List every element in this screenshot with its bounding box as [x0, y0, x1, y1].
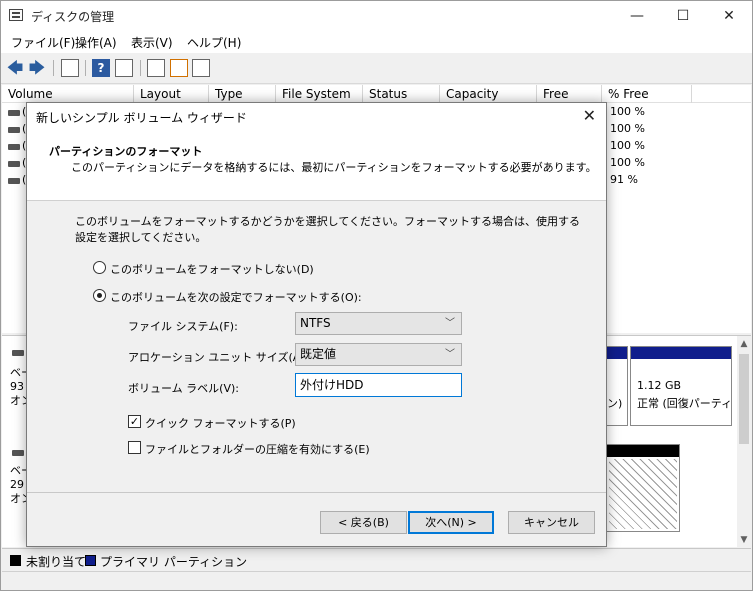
dialog-separator: [27, 492, 606, 493]
quick-format-label[interactable]: クイック フォーマットする(P): [145, 415, 296, 431]
status-bar: [2, 571, 751, 590]
dialog-title-bar: 新しいシンプル ボリューム ウィザード ✕: [27, 103, 606, 131]
volume-percent-free: 100 %: [610, 156, 645, 169]
scroll-thumb[interactable]: [739, 354, 749, 444]
partition-size: 1.12 GB: [637, 379, 682, 392]
volume-percent-free: 100 %: [610, 139, 645, 152]
window-title: ディスクの管理: [31, 10, 115, 24]
volume-disk-icon: [8, 161, 20, 167]
properties-icon[interactable]: [61, 59, 79, 77]
partition-color-bar: [607, 347, 627, 359]
column-volume[interactable]: Volume: [2, 85, 134, 103]
file-system-select[interactable]: NTFS ﹀: [295, 312, 462, 335]
menu-action[interactable]: 操作(A): [75, 34, 117, 51]
disk-map-scrollbar[interactable]: ▲ ▼: [737, 336, 751, 548]
compression-checkbox[interactable]: [128, 441, 141, 454]
column-capacity[interactable]: Capacity: [440, 85, 537, 103]
dialog-header-subtitle: このパーティションにデータを格納するには、最初にパーティションをフォーマットする…: [71, 161, 597, 174]
legend-unallocated-swatch: [10, 555, 21, 566]
legend-bar: 未割り当て プライマリ パーティション: [2, 548, 751, 570]
partition-status: 正常 (回復パーティ: [637, 397, 731, 410]
toolbar: 🡄 🡆 ?: [1, 54, 752, 84]
volume-percent-free: 100 %: [610, 122, 645, 135]
disk-management-app-icon: [9, 9, 23, 21]
close-button[interactable]: ✕: [706, 1, 752, 31]
volume-percent-free: 100 %: [610, 105, 645, 118]
list-settings-icon[interactable]: [192, 59, 210, 77]
volume-label-input[interactable]: 外付けHDD: [295, 373, 462, 397]
unallocated-partition-block[interactable]: [606, 444, 680, 532]
back-button[interactable]: < 戻る(B): [320, 511, 407, 534]
partition-block[interactable]: ン): [606, 346, 628, 426]
radio-format-label[interactable]: このボリュームを次の設定でフォーマットする(O):: [110, 289, 362, 305]
column-type[interactable]: Type: [209, 85, 276, 103]
column-free-space[interactable]: Free Spa...: [537, 85, 602, 119]
column-percent-free[interactable]: % Free: [602, 85, 692, 103]
minimize-button[interactable]: —: [614, 1, 660, 31]
volume-label-label: ボリューム ラベル(V):: [128, 382, 239, 395]
legend-unallocated-label: 未割り当て: [26, 555, 87, 569]
dialog-close-icon[interactable]: ✕: [583, 106, 596, 125]
menu-help[interactable]: ヘルプ(H): [187, 34, 241, 51]
legend-primary-label: プライマリ パーティション: [100, 555, 248, 569]
forward-arrow-icon[interactable]: 🡆: [28, 59, 46, 77]
column-layout[interactable]: Layout: [134, 85, 209, 103]
toolbar-separator: [53, 60, 54, 76]
scroll-down-arrow-icon[interactable]: ▼: [737, 532, 751, 548]
chevron-down-icon: ﹀: [445, 318, 455, 329]
allocation-unit-label: アロケーション ユニット サイズ(A):: [128, 351, 309, 364]
file-system-value: NTFS: [300, 316, 331, 330]
check-task-icon[interactable]: [170, 59, 188, 77]
partition-color-bar: [631, 347, 731, 359]
connect-icon[interactable]: [147, 59, 165, 77]
volume-disk-icon: [8, 178, 20, 184]
toolbar-separator: [85, 60, 86, 76]
menu-view[interactable]: 表示(V): [131, 34, 173, 51]
volume-disk-icon: [8, 110, 20, 116]
volume-percent-free: 91 %: [610, 173, 638, 186]
title-bar: ディスクの管理 — ☐ ✕: [1, 1, 752, 31]
maximize-button[interactable]: ☐: [660, 1, 706, 31]
cancel-button[interactable]: キャンセル: [508, 511, 595, 534]
view-pane-icon[interactable]: [115, 59, 133, 77]
unallocated-hatch-pattern: [609, 459, 677, 529]
dialog-instructions: このボリュームをフォーマットするかどうかを選択してください。フォーマットする場合…: [75, 215, 581, 244]
disk-icon: [12, 450, 24, 456]
allocation-unit-select[interactable]: 既定値 ﹀: [295, 343, 462, 366]
menu-bar: ファイル(F) 操作(A) 表示(V) ヘルプ(H): [1, 31, 752, 53]
volume-disk-icon: [8, 144, 20, 150]
menu-file[interactable]: ファイル(F): [11, 34, 75, 51]
column-file-system[interactable]: File System: [276, 85, 363, 103]
next-button[interactable]: 次へ(N) >: [408, 511, 494, 534]
scroll-up-arrow-icon[interactable]: ▲: [737, 336, 751, 352]
disk-icon: [12, 350, 24, 356]
dialog-header-title: パーティションのフォーマット: [49, 145, 203, 158]
column-status[interactable]: Status: [363, 85, 440, 103]
partition-color-bar: [607, 445, 679, 457]
chevron-down-icon: ﹀: [445, 349, 455, 360]
volume-list-header: Volume Layout Type File System Status Ca…: [2, 85, 751, 119]
new-simple-volume-wizard: 新しいシンプル ボリューム ウィザード ✕ パーティションのフォーマット このパ…: [26, 102, 607, 547]
legend-primary-swatch: [85, 555, 96, 566]
dialog-title: 新しいシンプル ボリューム ウィザード: [36, 111, 247, 125]
compression-label[interactable]: ファイルとフォルダーの圧縮を有効にする(E): [145, 441, 370, 457]
radio-no-format[interactable]: [93, 261, 106, 274]
volume-disk-icon: [8, 127, 20, 133]
toolbar-separator: [140, 60, 141, 76]
back-arrow-icon[interactable]: 🡄: [6, 59, 24, 77]
allocation-unit-value: 既定値: [300, 347, 337, 361]
file-system-label: ファイル システム(F):: [128, 320, 238, 333]
radio-format[interactable]: [93, 289, 106, 302]
quick-format-checkbox[interactable]: ✓: [128, 415, 141, 428]
recovery-partition-block[interactable]: 1.12 GB 正常 (回復パーティ: [630, 346, 732, 426]
dialog-header: パーティションのフォーマット このパーティションにデータを格納するには、最初にパ…: [27, 131, 606, 201]
radio-no-format-label[interactable]: このボリュームをフォーマットしない(D): [110, 261, 314, 277]
partition-status-fragment: ン): [607, 397, 623, 410]
help-icon[interactable]: ?: [92, 59, 110, 77]
